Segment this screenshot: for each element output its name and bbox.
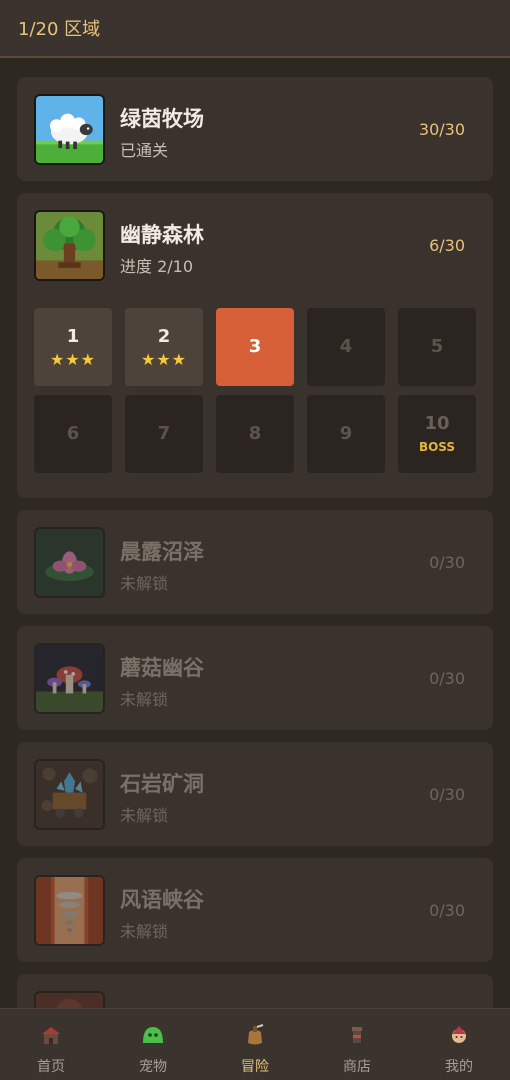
tab-pets[interactable]: 宠物 [102,1009,204,1080]
zone-name: 晨露沼泽 [120,540,204,564]
level-number: 10 [424,413,450,434]
star-rating: ★★★ [140,350,188,369]
zone-card-swamp[interactable]: 晨露沼泽 未解锁 0/30 [17,510,493,614]
zone-thumbnail [34,991,105,1008]
zone-progress: 30/30 [418,120,465,139]
zone-name: 蘑菇幽谷 [120,656,204,680]
lotus-icon [34,527,105,598]
zone-progress: 0/30 [429,553,465,572]
zone-name: 风语峡谷 [120,888,204,912]
zone-progress: 0/30 [429,669,465,688]
level-number: 4 [339,336,353,357]
zone-name: 绿茵牧场 [120,107,204,131]
boss-tag: BOSS [418,440,456,454]
profile-icon [452,1026,466,1043]
tab-profile[interactable]: 我的 [408,1009,510,1080]
zone-status: 已通关 [120,141,169,160]
zone-status: 未解锁 [120,806,169,825]
zone-status: 进度 2/10 [120,257,194,276]
tab-adventure[interactable]: 冒险 [204,1009,306,1080]
tab-label: 首页 [37,1059,65,1075]
tab-label: 我的 [445,1059,473,1075]
zone-card-wind-canyon[interactable]: 风语峡谷 未解锁 0/30 [17,858,493,962]
level-2[interactable]: 2 ★★★ [125,308,203,386]
level-6[interactable]: 6 [34,395,112,473]
level-8[interactable]: 8 [216,395,294,473]
zone-progress: 0/30 [429,785,465,804]
zone-card-rock-mine[interactable]: 石岩矿洞 未解锁 0/30 [17,742,493,846]
level-number: 3 [248,336,262,357]
shop-icon [352,1027,362,1043]
bag-icon [248,1024,264,1045]
home-icon [42,1027,60,1044]
zone-card-forest[interactable]: 幽静森林 进度 2/10 6/30 1 ★★★ 2 ★★★ 3 4 5 6 7 … [17,193,493,498]
tree-icon [34,210,105,281]
tab-label: 宠物 [139,1059,167,1075]
zone-list[interactable]: 绿茵牧场 已通关 30/30 幽静森林 进度 2/10 6/30 1 ★★★ 2… [0,60,510,1008]
level-number: 7 [157,423,171,444]
zone-status: 未解锁 [120,574,169,593]
level-number: 1 [66,326,80,347]
tab-label: 冒险 [241,1059,269,1075]
tornado-icon [34,875,105,946]
zone-card-next[interactable] [17,974,493,1008]
level-number: 9 [339,423,353,444]
level-number: 5 [430,336,444,357]
level-number: 8 [248,423,262,444]
tab-shop[interactable]: 商店 [306,1009,408,1080]
zone-card-meadow[interactable]: 绿茵牧场 已通关 30/30 [17,77,493,181]
zone-name: 幽静森林 [120,223,204,247]
zone-status: 未解锁 [120,690,169,709]
level-10-boss[interactable]: 10 BOSS [398,395,476,473]
level-7[interactable]: 7 [125,395,203,473]
top-bar: 1/20 区域 [0,0,510,58]
level-4[interactable]: 4 [307,308,385,386]
zone-progress: 6/30 [429,236,465,255]
zone-card-mushroom-valley[interactable]: 蘑菇幽谷 未解锁 0/30 [17,626,493,730]
slime-icon [143,1027,163,1043]
sheep-icon [34,94,105,165]
level-9[interactable]: 9 [307,395,385,473]
level-1[interactable]: 1 ★★★ [34,308,112,386]
bottom-tab-bar: 首页 宠物 冒险 商店 我的 [0,1008,510,1080]
level-3[interactable]: 3 [216,308,294,386]
tab-home[interactable]: 首页 [0,1009,102,1080]
zone-progress: 0/30 [429,901,465,920]
zone-name: 石岩矿洞 [120,772,204,796]
region-counter: 1/20 区域 [18,19,101,40]
zone-status: 未解锁 [120,922,169,941]
tab-label: 商店 [343,1059,371,1075]
crystal-cart-icon [34,759,105,830]
level-5[interactable]: 5 [398,308,476,386]
level-number: 2 [157,326,171,347]
mushroom-icon [34,643,105,714]
star-rating: ★★★ [49,350,97,369]
level-number: 6 [66,423,80,444]
